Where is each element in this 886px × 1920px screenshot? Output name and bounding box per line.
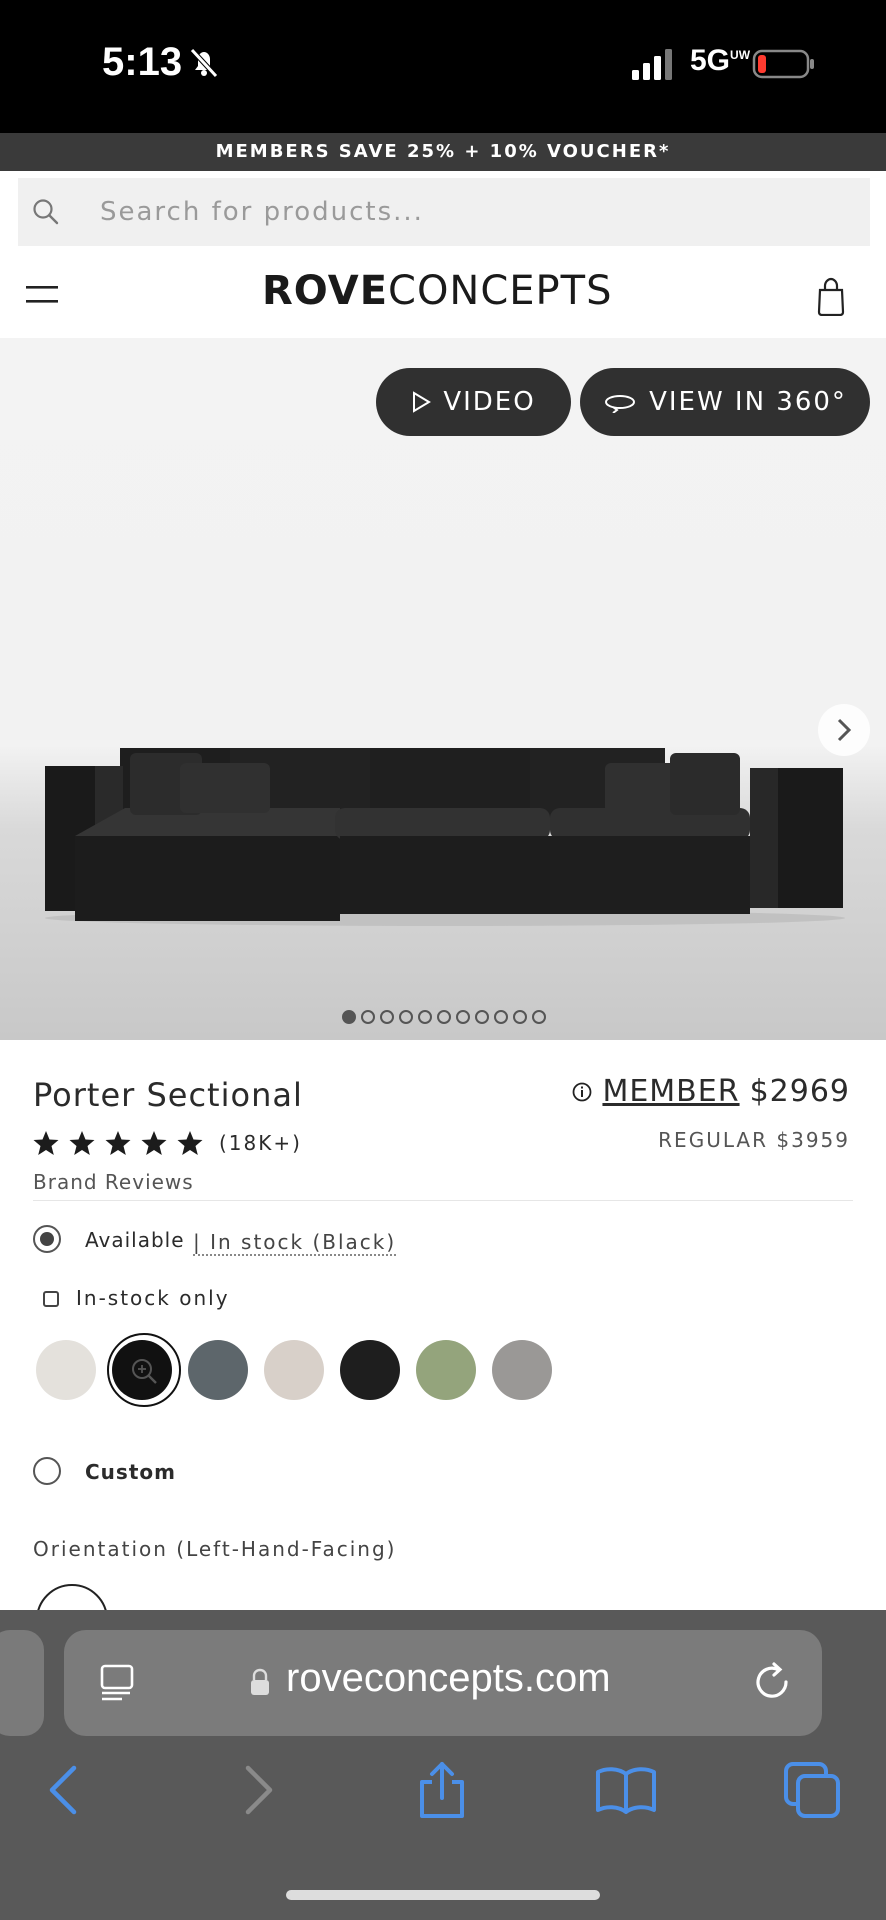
swatch-grey[interactable] [492,1340,552,1400]
available-label: Available [85,1228,185,1252]
stock-status-link[interactable]: | In stock (Black) [193,1230,397,1256]
search-icon [33,199,59,225]
carousel-dot[interactable] [380,1010,394,1024]
divider [33,1200,853,1201]
carousel-dot[interactable] [437,1010,451,1024]
review-count[interactable]: (18K+) [219,1131,302,1155]
custom-radio[interactable] [33,1457,61,1485]
home-indicator[interactable] [286,1890,600,1900]
swatch-cream[interactable] [36,1340,96,1400]
signal-icon [632,49,672,80]
share-icon[interactable] [412,1760,472,1820]
product-title: Porter Sectional [33,1076,303,1114]
lock-icon [251,1668,269,1695]
bell-muted-icon [190,48,218,78]
status-time: 5:13 [102,40,183,84]
url-text: roveconcepts.com [286,1656,611,1700]
available-radio[interactable] [33,1225,61,1253]
rotate-360-icon [605,395,636,413]
previous-tab[interactable] [0,1630,44,1736]
promo-banner[interactable]: MEMBERS SAVE 25% + 10% VOUCHER* [0,133,886,171]
orientation-label: Orientation (Left-Hand-Facing) [33,1537,397,1561]
sectional-sofa-image [45,748,845,926]
shopping-bag-icon[interactable] [816,276,846,316]
battery-icon [752,49,814,79]
search-bar[interactable] [18,178,870,246]
forward-icon[interactable] [228,1760,288,1820]
next-image-button[interactable] [818,704,870,756]
search-input[interactable] [100,178,840,246]
rating-stars[interactable]: (18K+) [33,1130,302,1156]
chevron-right-icon [837,718,852,742]
star-icon [141,1131,167,1155]
reload-icon[interactable] [750,1660,794,1704]
member-link[interactable]: MEMBER [602,1074,739,1109]
brand-reviews-link[interactable]: Brand Reviews [33,1170,194,1194]
swatch-slate[interactable] [188,1340,248,1400]
swatch-black-textured[interactable] [340,1340,400,1400]
carousel-dot[interactable] [418,1010,432,1024]
swatch-sage[interactable] [416,1340,476,1400]
video-button-label: VIDEO [443,387,536,417]
carousel-dot[interactable] [475,1010,489,1024]
regular-price: REGULAR $3959 [658,1128,850,1152]
carousel-dot[interactable] [456,1010,470,1024]
carousel-dot[interactable] [361,1010,375,1024]
star-icon [33,1131,59,1155]
carousel-dot[interactable] [494,1010,508,1024]
custom-label: Custom [85,1460,176,1484]
view-360-button-label: VIEW IN 360° [649,387,847,417]
star-icon [69,1131,95,1155]
instock-only-checkbox[interactable] [43,1291,59,1307]
back-icon[interactable] [34,1760,94,1820]
info-icon[interactable] [572,1082,592,1102]
carousel-dot[interactable] [399,1010,413,1024]
carousel-dots[interactable] [342,1010,546,1024]
star-icon [177,1131,203,1155]
member-price: $2969 [749,1074,850,1109]
status-bar: 5:13 5GUW [0,0,886,133]
zoom-icon[interactable] [130,1357,158,1385]
tabs-icon[interactable] [782,1760,842,1820]
video-button[interactable]: VIDEO [376,368,571,436]
carousel-dot[interactable] [513,1010,527,1024]
instock-only-label[interactable]: In-stock only [76,1286,230,1310]
star-icon [105,1131,131,1155]
network-type: 5GUW [690,44,751,77]
reader-mode-icon[interactable] [98,1662,138,1702]
play-icon [413,391,432,413]
carousel-dot[interactable] [342,1010,356,1024]
product-image-carousel[interactable]: VIDEO VIEW IN 360° [0,338,886,1040]
swatch-boucle[interactable] [264,1340,324,1400]
brand-logo[interactable]: ROVECONCEPTS [262,268,613,314]
address-bar[interactable]: roveconcepts.com [64,1630,822,1736]
member-price-row: MEMBER $2969 [572,1074,850,1109]
view-360-button[interactable]: VIEW IN 360° [580,368,870,436]
carousel-dot[interactable] [532,1010,546,1024]
hamburger-menu-icon[interactable] [26,284,58,306]
bookmarks-icon[interactable] [596,1760,656,1820]
browser-chrome: roveconcepts.com [0,1610,886,1920]
